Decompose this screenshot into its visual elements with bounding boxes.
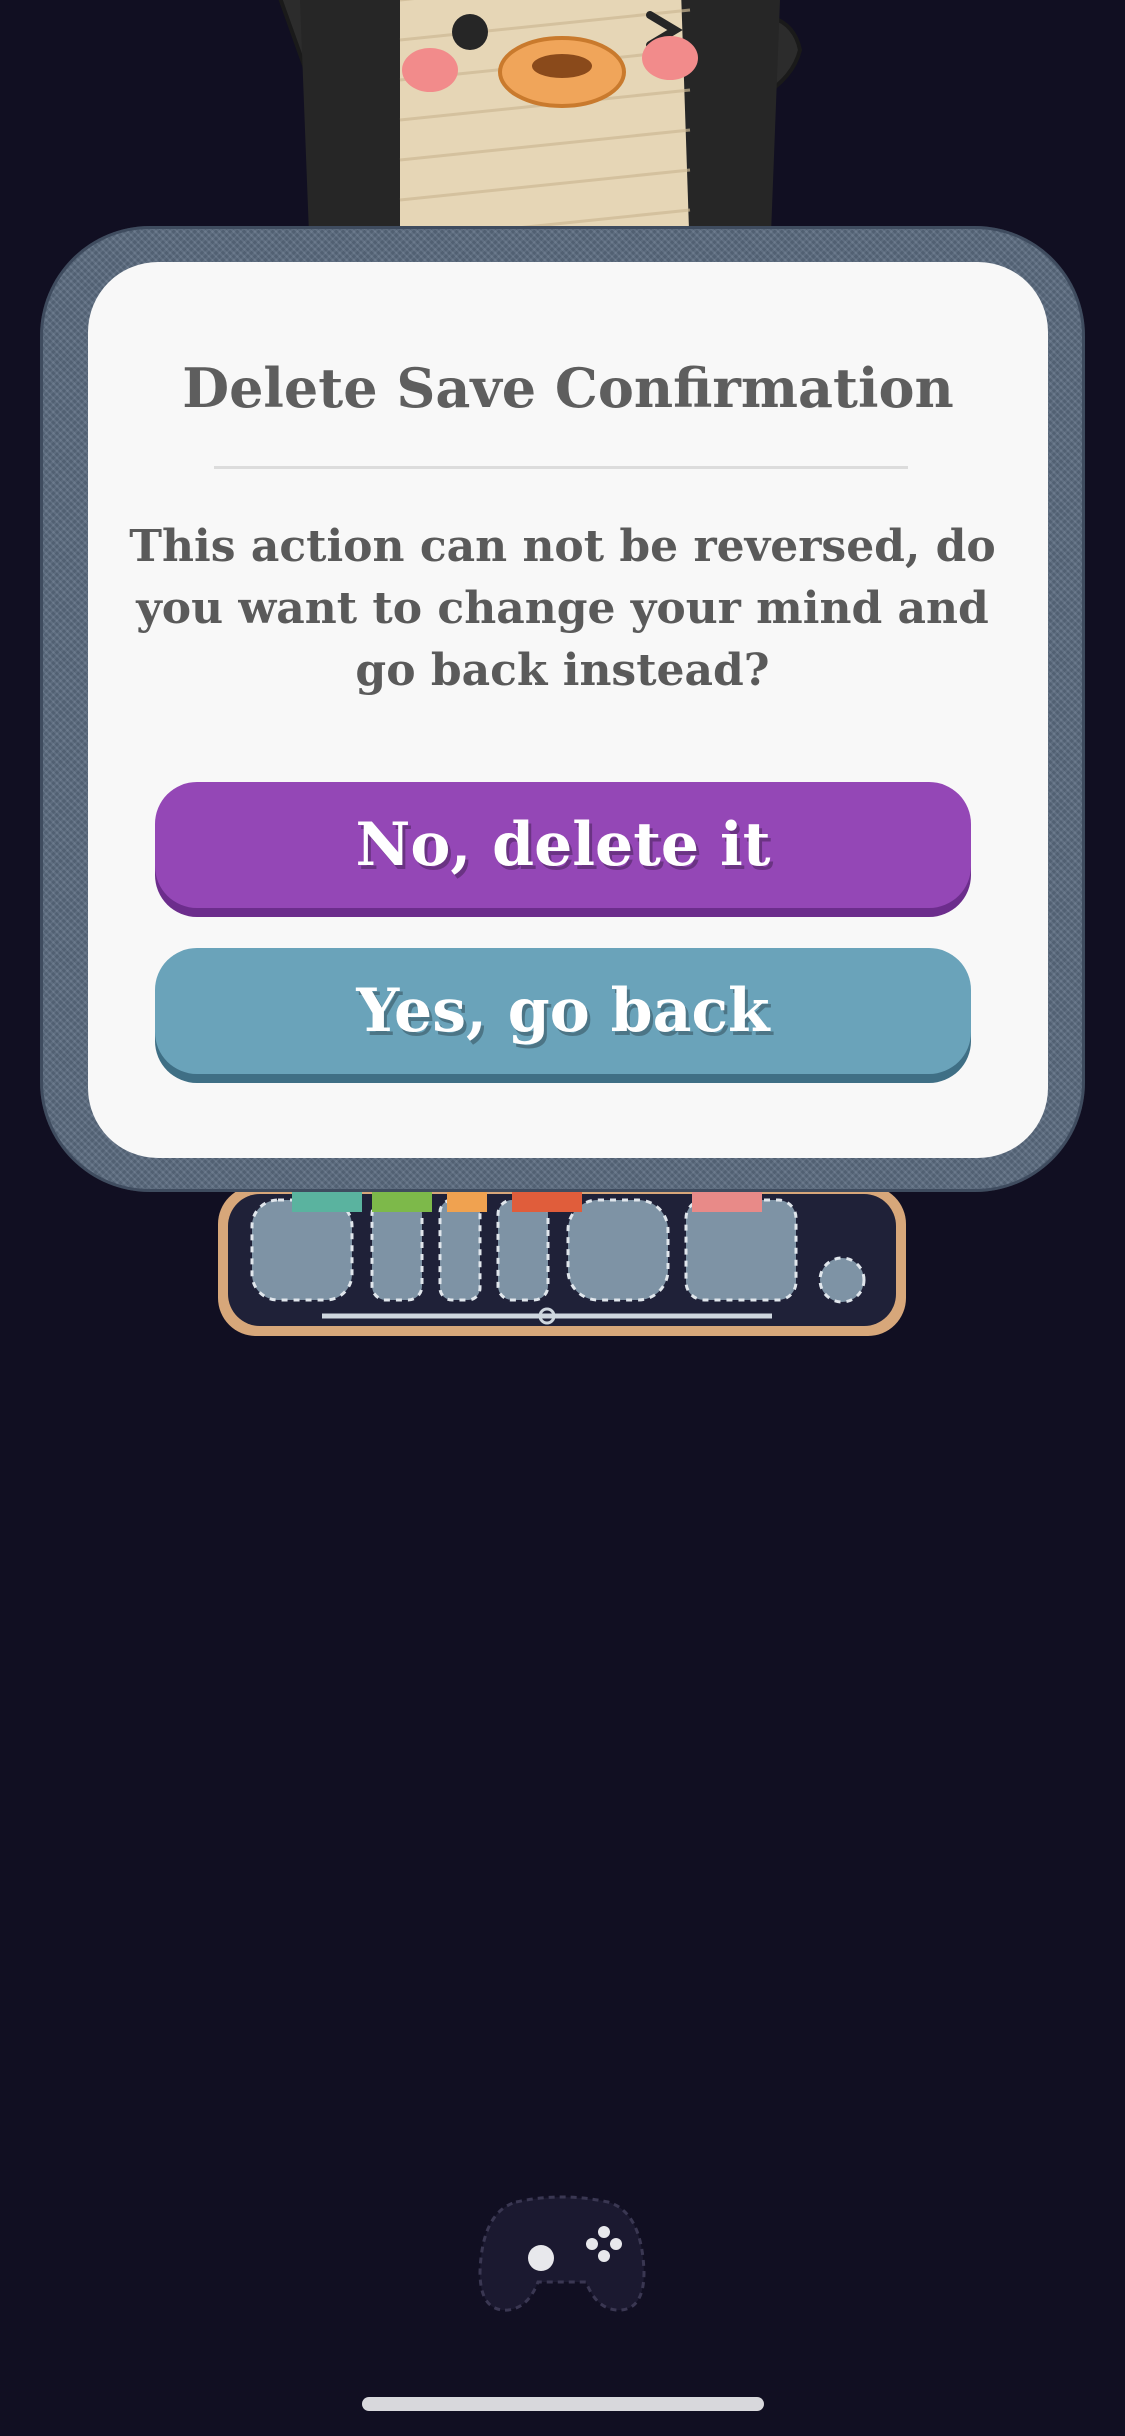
screen: Delete Save Confirmation This action can… — [0, 0, 1125, 2436]
game-controller-icon[interactable] — [476, 2192, 648, 2314]
stitch-logo — [218, 1186, 906, 1336]
delete-confirm-button[interactable]: No, delete it — [155, 782, 971, 908]
modal-message: This action can not be reversed, do you … — [129, 521, 996, 696]
modal-divider — [214, 466, 908, 469]
modal-title: Delete Save Confirmation — [182, 356, 954, 420]
home-indicator[interactable] — [362, 2397, 764, 2411]
go-back-button[interactable]: Yes, go back — [155, 948, 971, 1074]
